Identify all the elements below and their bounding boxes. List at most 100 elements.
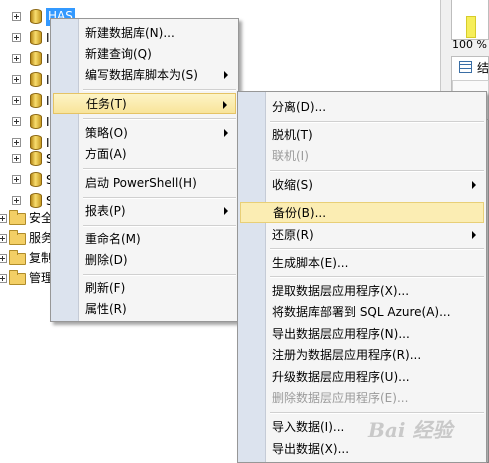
menu-item-label: 删除数据层应用程序(E)... xyxy=(272,391,409,405)
database-icon xyxy=(30,193,42,208)
menu-item-extract-data-tier-app[interactable]: 提取数据层应用程序(X)... xyxy=(240,280,484,301)
menu-item-take-offline[interactable]: 脱机(T) xyxy=(240,124,484,145)
database-name[interactable]: I xyxy=(46,94,50,108)
menu-item-tasks[interactable]: 任务(T) xyxy=(53,93,236,114)
progress-percent: 100 % xyxy=(452,38,487,51)
menu-item-refresh[interactable]: 刷新(F) xyxy=(53,277,236,298)
expand-icon[interactable] xyxy=(0,274,7,283)
menu-item-label: 报表(P) xyxy=(85,204,126,218)
menu-item-register-data-tier-app[interactable]: 注册为数据层应用程序(R)... xyxy=(240,344,484,365)
database-icon xyxy=(30,151,42,166)
menu-separator xyxy=(83,89,236,91)
menu-item-delete-data-tier-app: 删除数据层应用程序(E)... xyxy=(240,387,484,408)
menu-item-label: 导出数据(X)... xyxy=(272,442,350,456)
menu-item-label: 导入数据(I)... xyxy=(272,420,345,434)
menu-item-label: 策略(O) xyxy=(85,126,128,140)
folder-icon xyxy=(9,250,26,265)
database-name[interactable]: I xyxy=(46,52,50,66)
tasks-submenu: 分离(D)... 脱机(T) 联机(I) 收缩(S) 备份(B)... 还原(R… xyxy=(237,91,487,463)
menu-item-new-database[interactable]: 新建数据库(N)... xyxy=(53,22,236,43)
menu-item-label: 收缩(S) xyxy=(272,178,313,192)
menu-item-rename[interactable]: 重命名(M) xyxy=(53,228,236,249)
folder-icon xyxy=(9,270,26,285)
menu-separator xyxy=(270,248,484,250)
menu-item-label: 任务(T) xyxy=(86,97,127,111)
menu-separator xyxy=(83,168,236,170)
database-icon xyxy=(30,93,42,108)
menu-item-start-powershell[interactable]: 启动 PowerShell(H) xyxy=(53,172,236,193)
menu-item-facets[interactable]: 方面(A) xyxy=(53,143,236,164)
menu-item-label: 删除(D) xyxy=(85,253,128,267)
menu-item-properties[interactable]: 属性(R) xyxy=(53,298,236,319)
expand-icon[interactable] xyxy=(12,117,21,126)
submenu-arrow-icon xyxy=(223,101,227,109)
submenu-arrow-icon xyxy=(472,231,476,239)
menu-separator xyxy=(270,170,484,172)
database-icon xyxy=(30,30,42,45)
menu-item-deploy-to-sql-azure[interactable]: 将数据库部署到 SQL Azure(A)... xyxy=(240,301,484,322)
menu-separator xyxy=(83,225,236,227)
menu-separator xyxy=(83,197,236,199)
menu-item-label: 注册为数据层应用程序(R)... xyxy=(272,348,422,362)
menu-item-delete[interactable]: 删除(D) xyxy=(53,249,236,270)
menu-item-label: 启动 PowerShell(H) xyxy=(85,176,197,190)
watermark: Bai 经验 xyxy=(368,418,453,442)
expand-icon[interactable] xyxy=(0,214,7,223)
menu-item-label: 重命名(M) xyxy=(85,232,141,246)
menu-item-detach[interactable]: 分离(D)... xyxy=(240,96,484,117)
expand-icon[interactable] xyxy=(12,138,21,147)
database-name[interactable]: I xyxy=(46,115,50,129)
expand-icon[interactable] xyxy=(12,175,21,184)
menu-separator xyxy=(270,121,484,123)
menu-item-shrink[interactable]: 收缩(S) xyxy=(240,174,484,195)
menu-item-backup[interactable]: 备份(B)... xyxy=(240,202,484,223)
database-name[interactable]: I xyxy=(46,73,50,87)
expand-icon[interactable] xyxy=(0,254,7,263)
expand-icon[interactable] xyxy=(12,196,21,205)
menu-separator xyxy=(83,118,236,120)
menu-item-label: 提取数据层应用程序(X)... xyxy=(272,284,410,298)
results-tab-label[interactable]: 结 xyxy=(477,59,489,76)
menu-item-label: 升级数据层应用程序(U)... xyxy=(272,370,410,384)
menu-item-label: 联机(I) xyxy=(272,149,309,163)
database-name[interactable]: I xyxy=(46,31,50,45)
menu-item-generate-scripts[interactable]: 生成脚本(E)... xyxy=(240,252,484,273)
submenu-arrow-icon xyxy=(472,181,476,189)
expand-icon[interactable] xyxy=(12,154,21,163)
expand-icon[interactable] xyxy=(12,12,21,21)
menu-separator xyxy=(270,412,484,414)
expand-icon[interactable] xyxy=(12,54,21,63)
submenu-arrow-icon xyxy=(224,207,228,215)
database-icon xyxy=(30,172,42,187)
database-icon xyxy=(30,114,42,129)
grid-results-icon[interactable] xyxy=(459,61,472,73)
menu-item-label: 编写数据库脚本为(S) xyxy=(85,68,198,82)
submenu-arrow-icon xyxy=(224,129,228,137)
folder-icon xyxy=(9,210,26,225)
menu-separator xyxy=(83,274,236,276)
menu-item-label: 方面(A) xyxy=(85,147,127,161)
menu-item-reports[interactable]: 报表(P) xyxy=(53,200,236,221)
progress-bar-fill xyxy=(466,16,476,38)
menu-item-script-database-as[interactable]: 编写数据库脚本为(S) xyxy=(53,64,236,85)
expand-icon[interactable] xyxy=(0,234,7,243)
menu-item-label: 新建数据库(N)... xyxy=(85,26,175,40)
folder-icon xyxy=(9,230,26,245)
menu-item-label: 属性(R) xyxy=(85,302,127,316)
expand-icon[interactable] xyxy=(12,96,21,105)
menu-item-label: 导出数据层应用程序(N)... xyxy=(272,327,410,341)
database-context-menu: 新建数据库(N)... 新建查询(Q) 编写数据库脚本为(S) 任务(T) 策略… xyxy=(50,18,239,322)
database-icon xyxy=(30,51,42,66)
database-name[interactable]: I xyxy=(46,136,50,150)
menu-item-bring-online: 联机(I) xyxy=(240,145,484,166)
menu-item-policies[interactable]: 策略(O) xyxy=(53,122,236,143)
menu-item-label: 刷新(F) xyxy=(85,281,126,295)
database-icon xyxy=(30,9,42,24)
menu-item-export-data-tier-app[interactable]: 导出数据层应用程序(N)... xyxy=(240,323,484,344)
menu-item-label: 新建查询(Q) xyxy=(85,47,152,61)
menu-item-restore[interactable]: 还原(R) xyxy=(240,224,484,245)
menu-item-new-query[interactable]: 新建查询(Q) xyxy=(53,43,236,64)
menu-item-upgrade-data-tier-app[interactable]: 升级数据层应用程序(U)... xyxy=(240,366,484,387)
expand-icon[interactable] xyxy=(12,33,21,42)
expand-icon[interactable] xyxy=(12,75,21,84)
